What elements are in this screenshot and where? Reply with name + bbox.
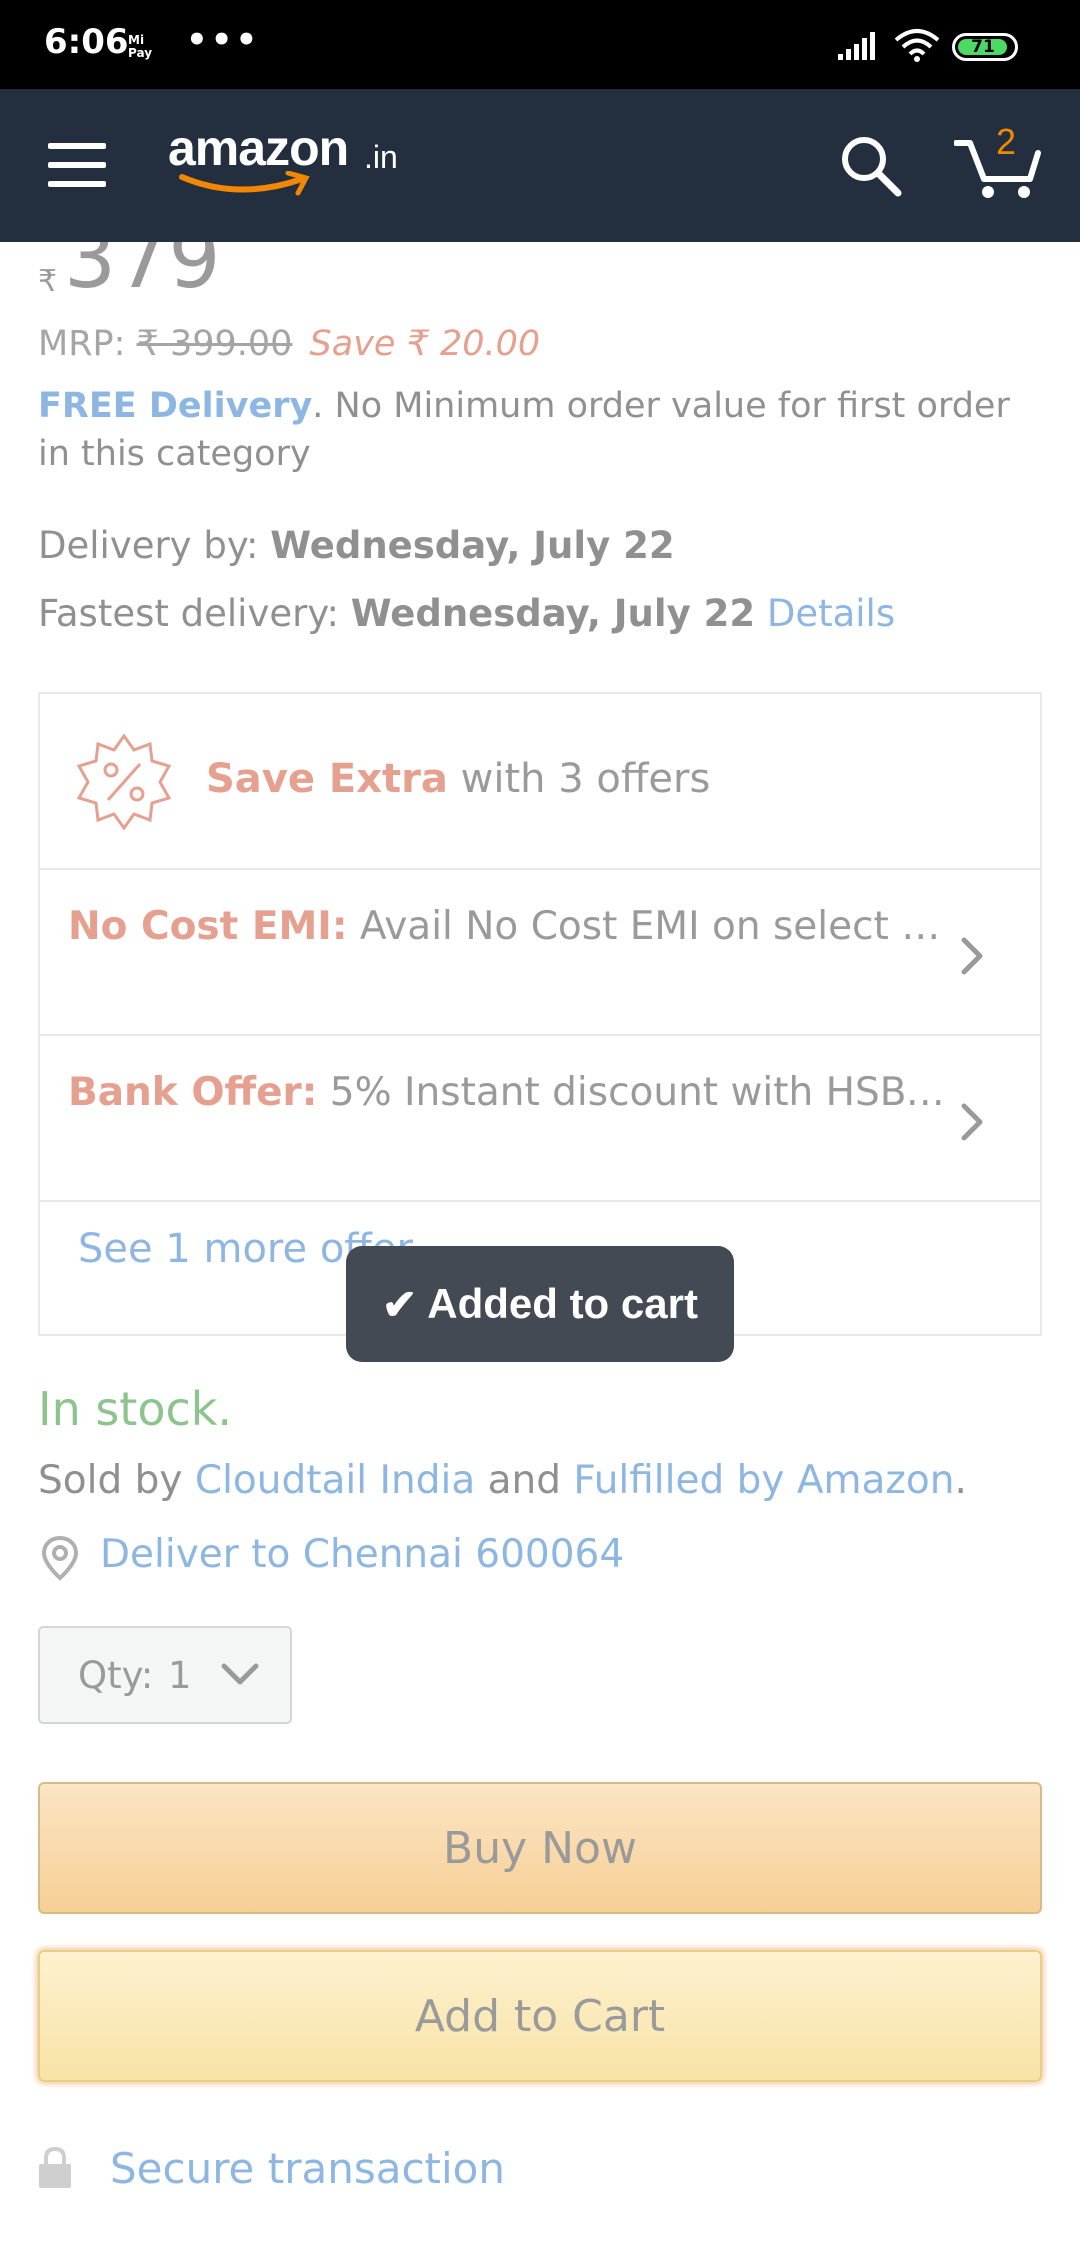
status-time: 6:06 <box>44 22 129 62</box>
sold-by-info: Sold by Cloudtail India and Fulfilled by… <box>38 1458 967 1503</box>
save-extra-label: Save Extra <box>206 756 448 802</box>
status-bar: 6:06 Mi Pay ••• 71 <box>0 0 1080 89</box>
offer-percent-icon <box>76 733 172 831</box>
quantity-select[interactable]: Qty: 1 <box>38 1626 292 1724</box>
delivery-by-label: Delivery by: <box>38 524 271 567</box>
offer-tag: Bank Offer: <box>68 1070 318 1115</box>
mrp-label: MRP: <box>38 324 137 364</box>
logo-smile-icon <box>179 171 310 196</box>
check-icon: ✔ <box>382 1280 418 1328</box>
offers-count-text: with 3 offers <box>447 756 711 802</box>
offer-item-bank[interactable]: Bank Offer: 5% Instant discount with HSB… <box>40 1036 1040 1202</box>
cart-count-badge: 2 <box>996 121 1017 162</box>
sold-by-and: and <box>475 1458 574 1503</box>
currency-symbol: ₹ <box>38 264 58 299</box>
add-to-cart-button[interactable]: Add to Cart <box>38 1950 1042 2082</box>
free-delivery-link[interactable]: FREE Delivery <box>38 386 312 426</box>
sold-by-prefix: Sold by <box>38 1458 195 1503</box>
offers-box: Save Extra with 3 offers No Cost EMI: Av… <box>38 692 1042 1336</box>
battery-icon: 71 <box>952 33 1018 61</box>
chevron-right-icon <box>961 937 983 975</box>
menu-icon[interactable] <box>48 143 106 187</box>
stock-status: In stock. <box>38 1382 233 1436</box>
fastest-delivery: Fastest delivery: Wednesday, July 22 Det… <box>38 592 895 635</box>
seller-link[interactable]: Cloudtail India <box>195 1458 475 1503</box>
fastest-delivery-label: Fastest delivery: <box>38 592 351 635</box>
buy-now-button[interactable]: Buy Now <box>38 1782 1042 1914</box>
offers-header: Save Extra with 3 offers <box>40 694 1040 870</box>
offer-description: 5% Instant discount with HSBC Cashback C… <box>329 1070 948 1115</box>
mi-pay-icon: Mi Pay <box>128 33 153 60</box>
sold-by-period: . <box>954 1458 967 1503</box>
fastest-delivery-date: Wednesday, July 22 <box>350 592 756 635</box>
product-detail-content: ₹ 379 MRP: ₹ 399.00 Save ₹ 20.00 FREE De… <box>0 242 1080 2246</box>
save-amount: Save ₹ 20.00 <box>309 324 541 364</box>
more-notifications-icon: ••• <box>186 20 261 60</box>
secure-transaction-text: Secure transaction <box>110 2144 506 2193</box>
chevron-right-icon <box>961 1103 983 1141</box>
mrp-value: ₹ 399.00 <box>136 324 293 364</box>
search-icon[interactable] <box>838 133 904 199</box>
details-link[interactable]: Details <box>767 592 895 635</box>
offer-text: No Cost EMI: Avail No Cost EMI on select… <box>68 904 948 949</box>
offer-item-emi[interactable]: No Cost EMI: Avail No Cost EMI on select… <box>40 870 1040 1036</box>
delivery-by: Delivery by: Wednesday, July 22 <box>38 524 675 567</box>
mrp-line: MRP: ₹ 399.00 Save ₹ 20.00 <box>38 324 540 364</box>
offers-title: Save Extra with 3 offers <box>206 756 710 802</box>
cart-button[interactable]: 2 <box>954 121 1044 201</box>
wifi-icon <box>894 29 940 62</box>
quantity-value: 1 <box>168 1654 192 1697</box>
quantity-label: Qty: <box>78 1654 154 1697</box>
offer-tag: No Cost EMI: <box>68 904 348 949</box>
chevron-down-icon <box>221 1663 259 1685</box>
logo-text: amazon <box>168 120 349 176</box>
added-to-cart-toast: ✔ Added to cart <box>346 1246 734 1362</box>
toast-text: Added to cart <box>427 1280 698 1327</box>
lock-icon <box>39 2146 71 2188</box>
amazon-logo[interactable]: amazon .in <box>168 119 428 199</box>
fulfilled-by-link[interactable]: Fulfilled by Amazon <box>573 1458 954 1503</box>
price-value: 379 <box>64 242 221 307</box>
offer-text: Bank Offer: 5% Instant discount with HSB… <box>68 1070 948 1115</box>
delivery-by-date: Wednesday, July 22 <box>270 524 675 567</box>
logo-suffix: .in <box>364 139 398 175</box>
deliver-to-text: Deliver to Chennai 600064 <box>100 1532 625 1577</box>
free-delivery-info: FREE Delivery. No Minimum order value fo… <box>38 382 1048 478</box>
battery-level: 71 <box>971 37 995 57</box>
app-header: amazon .in 2 <box>0 89 1080 242</box>
signal-icon <box>838 32 875 60</box>
offer-description: Avail No Cost EMI on select cards for or… <box>359 904 948 949</box>
location-pin-icon <box>41 1535 79 1581</box>
